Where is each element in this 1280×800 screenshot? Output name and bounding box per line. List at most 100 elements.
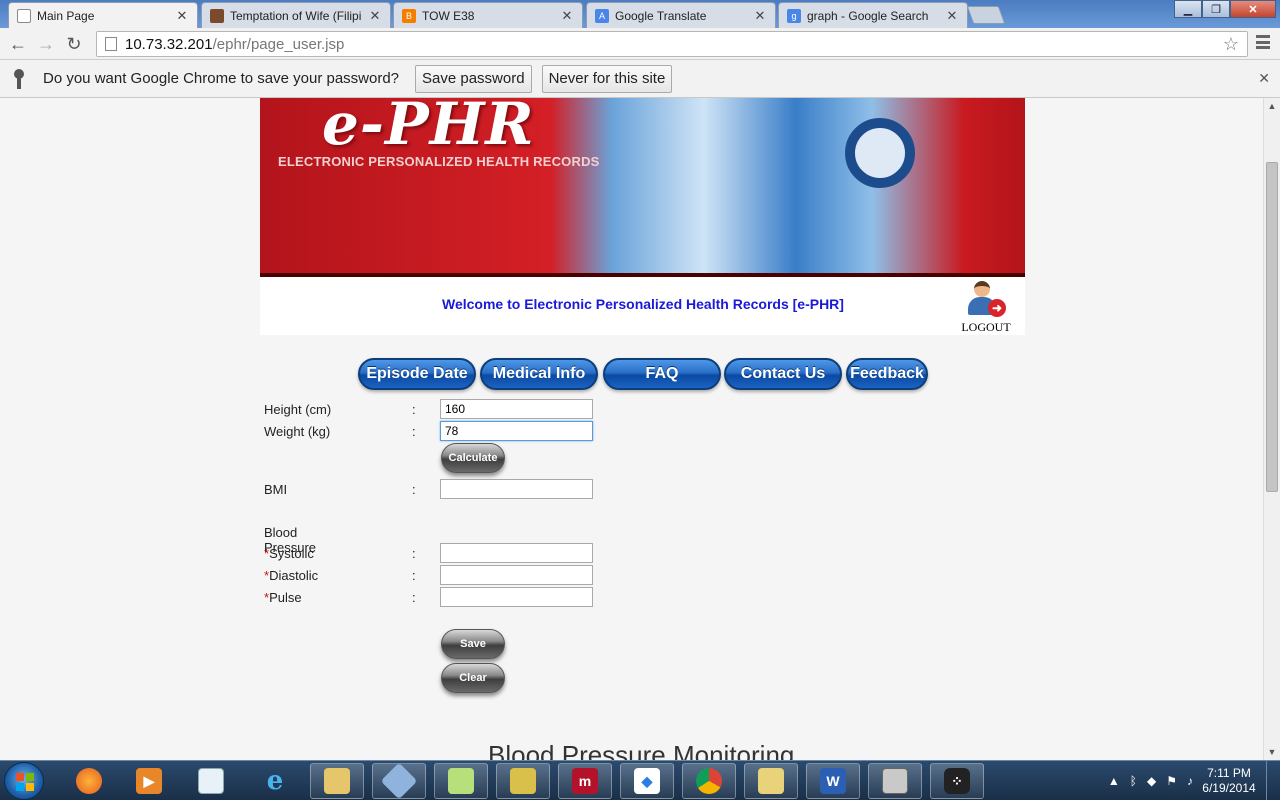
systolic-input[interactable] — [440, 543, 593, 563]
restore-icon[interactable]: ❐ — [1202, 0, 1230, 18]
colon: : — [412, 424, 416, 439]
weight-input[interactable] — [440, 421, 593, 441]
notepad-plus-icon[interactable] — [434, 763, 488, 799]
clear-button[interactable]: Clear — [441, 663, 505, 693]
pulse-row: *Pulse : — [264, 587, 604, 607]
start-button[interactable] — [4, 762, 44, 800]
close-tab-icon[interactable]: ✕ — [945, 8, 959, 24]
bluetooth-icon[interactable]: ᛒ — [1130, 774, 1137, 788]
windows-logo-icon — [16, 773, 34, 791]
chrome-icon[interactable] — [682, 763, 736, 799]
close-tab-icon[interactable]: ✕ — [368, 8, 382, 24]
welcome-bar: Welcome to Electronic Personalized Healt… — [260, 277, 1025, 335]
reload-icon[interactable]: ↻ — [62, 32, 86, 56]
close-tab-icon[interactable]: ✕ — [753, 8, 767, 24]
height-label: Height (cm) — [264, 402, 332, 417]
page-scrollbar[interactable]: ▲ ▼ — [1263, 98, 1280, 760]
notepad-icon[interactable] — [184, 763, 238, 799]
save-password-button[interactable]: Save password — [415, 64, 532, 93]
never-for-this-site-button[interactable]: Never for this site — [541, 64, 673, 93]
close-infobar-icon[interactable]: ✕ — [1258, 70, 1270, 87]
media-player-icon[interactable]: ▶ — [122, 763, 176, 799]
nav-faq[interactable]: FAQ — [603, 358, 721, 390]
height-input[interactable] — [440, 399, 593, 419]
pulse-input[interactable] — [440, 587, 593, 607]
tab-title: Main Page — [37, 8, 95, 23]
word-icon[interactable]: W — [806, 763, 860, 799]
mendeley-icon[interactable]: m — [558, 763, 612, 799]
tab-strip: Main Page ✕ Temptation of Wife (Filipi ✕… — [0, 0, 1280, 28]
bmi-label: BMI — [264, 482, 288, 497]
nav-episode-date[interactable]: Episode Date — [358, 358, 476, 390]
clock-date: 6/19/2014 — [1202, 781, 1256, 795]
back-arrow-icon[interactable]: ← — [6, 32, 30, 56]
virtualbox-icon[interactable] — [372, 762, 426, 800]
tab-graph-google-search[interactable]: g graph - Google Search ✕ — [778, 2, 968, 28]
file-explorer-icon[interactable] — [310, 763, 364, 799]
logout-button[interactable]: ➜ LOGOUT — [958, 279, 1014, 335]
banner-tagline: ELECTRONIC PERSONALIZED HEALTH RECORDS — [278, 154, 600, 169]
bmi-input[interactable] — [440, 479, 593, 499]
nav-medical-info[interactable]: Medical Info — [480, 358, 598, 390]
forward-arrow-icon[interactable]: → — [34, 32, 58, 56]
page-content: e-PHR ELECTRONIC PERSONALIZED HEALTH REC… — [0, 98, 1263, 760]
height-row: Height (cm) : — [264, 399, 604, 419]
remote-desktop-icon[interactable] — [868, 763, 922, 799]
dropbox-icon[interactable]: ◆ — [620, 763, 674, 799]
close-tab-icon[interactable]: ✕ — [175, 8, 189, 24]
tab-main-page[interactable]: Main Page ✕ — [8, 2, 198, 28]
show-desktop-button[interactable] — [1266, 761, 1280, 800]
internet-explorer-icon[interactable]: e — [248, 763, 302, 799]
tab-title: Temptation of Wife (Filipi — [230, 8, 362, 23]
close-tab-icon[interactable]: ✕ — [560, 8, 574, 24]
page-icon — [17, 8, 31, 23]
window-controls: ▁ ❐ ✕ — [1174, 0, 1276, 18]
dropbox-tray-icon[interactable]: ◆ — [1147, 774, 1156, 788]
tab-title: Google Translate — [615, 8, 707, 23]
show-hidden-icons-icon[interactable]: ▲ — [1108, 774, 1120, 788]
page-icon — [105, 37, 117, 51]
diastolic-label-text: Diastolic — [269, 568, 319, 583]
tab-title: TOW E38 — [422, 8, 475, 23]
tab-title: graph - Google Search — [807, 8, 929, 23]
network-icon[interactable]: ⚑ — [1166, 774, 1177, 788]
tab-tow-e38[interactable]: B TOW E38 ✕ — [393, 2, 583, 28]
calculate-button[interactable]: Calculate — [441, 443, 505, 473]
new-tab-button[interactable] — [966, 6, 1006, 24]
bookmark-star-icon[interactable]: ☆ — [1223, 34, 1239, 55]
nav-contact-us[interactable]: Contact Us — [724, 358, 842, 390]
chrome-menu-icon[interactable] — [1256, 35, 1270, 49]
google-translate-icon: A — [595, 8, 609, 23]
taskbar-clock[interactable]: 7:11 PM 6/19/2014 — [1198, 766, 1260, 796]
tab-google-translate[interactable]: A Google Translate ✕ — [586, 2, 776, 28]
minimize-icon[interactable]: ▁ — [1174, 0, 1202, 18]
clock-time: 7:11 PM — [1207, 766, 1251, 780]
save-button[interactable]: Save — [441, 629, 505, 659]
firefox-icon[interactable] — [62, 763, 116, 799]
save-password-infobar: Do you want Google Chrome to save your p… — [0, 60, 1280, 98]
diastolic-input[interactable] — [440, 565, 593, 585]
volume-icon[interactable]: ♪ — [1187, 774, 1193, 788]
systolic-label: *Systolic — [264, 546, 314, 561]
puzzle-app-icon[interactable] — [496, 763, 550, 799]
scroll-up-icon[interactable]: ▲ — [1264, 98, 1280, 114]
key-icon — [12, 68, 26, 89]
tab-temptation-of-wife[interactable]: Temptation of Wife (Filipi ✕ — [201, 2, 391, 28]
diastolic-row: *Diastolic : — [264, 565, 604, 585]
colon: : — [412, 590, 416, 605]
welcome-message: Welcome to Electronic Personalized Healt… — [442, 296, 844, 312]
url-path: /ephr/page_user.jsp — [212, 35, 345, 53]
weight-row: Weight (kg) : — [264, 421, 604, 441]
scroll-thumb[interactable] — [1266, 162, 1278, 492]
url-host: 10.73.32.201 — [125, 35, 213, 53]
logout-label: LOGOUT — [961, 320, 1011, 334]
scroll-down-icon[interactable]: ▼ — [1264, 744, 1280, 760]
nav-feedback[interactable]: Feedback — [846, 358, 928, 390]
colon: : — [412, 546, 416, 561]
close-window-icon[interactable]: ✕ — [1230, 0, 1276, 18]
infobar-message: Do you want Google Chrome to save your p… — [43, 70, 400, 87]
address-bar[interactable]: 10.73.32.201/ephr/page_user.jsp ☆ — [96, 31, 1248, 57]
folder-icon[interactable] — [744, 763, 798, 799]
blackberry-icon[interactable]: ⁘ — [930, 763, 984, 799]
ephr-banner: e-PHR ELECTRONIC PERSONALIZED HEALTH REC… — [260, 98, 1025, 277]
